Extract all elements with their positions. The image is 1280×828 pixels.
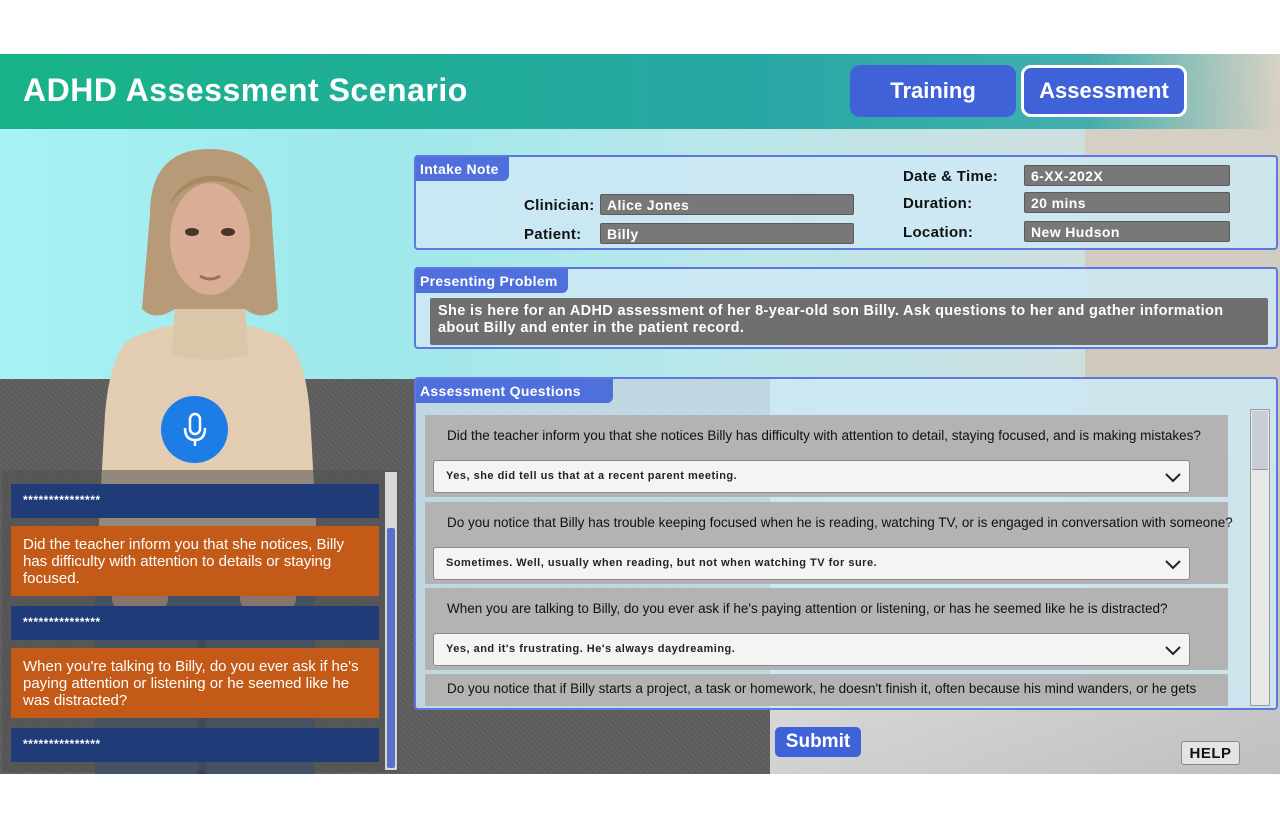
- answer-dropdown[interactable]: Yes, and it's frustrating. He's always d…: [433, 633, 1190, 666]
- assessment-questions-tag: Assessment Questions: [416, 379, 613, 403]
- presenting-problem-panel: Presenting Problem She is here for an AD…: [414, 267, 1278, 349]
- submit-button[interactable]: Submit: [775, 727, 861, 757]
- clinician-field: Alice Jones: [600, 194, 854, 215]
- chat-hidden-message: ***************: [11, 728, 379, 762]
- datetime-label: Date & Time:: [903, 168, 999, 185]
- datetime-field: 6-XX-202X: [1024, 165, 1230, 186]
- assessment-questions-panel: Assessment Questions Did the teacher inf…: [414, 377, 1278, 710]
- page-title: ADHD Assessment Scenario: [23, 72, 468, 108]
- chat-hidden-message: ***************: [11, 484, 379, 518]
- question-text: When you are talking to Billy, do you ev…: [447, 601, 1168, 616]
- header-bar: ADHD Assessment Scenario Training Assess…: [0, 54, 1280, 129]
- location-field: New Hudson: [1024, 221, 1230, 242]
- answer-selected: Sometimes. Well, usually when reading, b…: [446, 557, 878, 569]
- question-text: Do you notice that Billy has trouble kee…: [447, 515, 1233, 530]
- answer-dropdown[interactable]: Sometimes. Well, usually when reading, b…: [433, 547, 1190, 580]
- app-window: ADHD Assessment Scenario Training Assess…: [0, 54, 1280, 774]
- chevron-down-icon: [1165, 560, 1181, 570]
- duration-label: Duration:: [903, 195, 973, 212]
- tab-assessment[interactable]: Assessment: [1021, 65, 1187, 117]
- microphone-button[interactable]: [161, 396, 228, 463]
- answer-selected: Yes, she did tell us that at a recent pa…: [446, 470, 738, 482]
- intake-note-panel: Intake Note Clinician: Alice Jones Patie…: [414, 155, 1278, 250]
- question-item: Do you notice that if Billy starts a pro…: [425, 674, 1228, 706]
- question-text: Do you notice that if Billy starts a pro…: [447, 681, 1197, 696]
- chat-hidden-message: ***************: [11, 606, 379, 640]
- duration-field: 20 mins: [1024, 192, 1230, 213]
- answer-selected: Yes, and it's frustrating. He's always d…: [446, 643, 736, 655]
- question-item: When you are talking to Billy, do you ev…: [425, 588, 1228, 670]
- question-text: Did the teacher inform you that she noti…: [447, 428, 1201, 443]
- question-item: Did the teacher inform you that she noti…: [425, 415, 1228, 497]
- patient-label: Patient:: [524, 226, 582, 243]
- presenting-problem-tag: Presenting Problem: [416, 269, 568, 293]
- chat-message: Did the teacher inform you that she noti…: [11, 526, 379, 596]
- tab-training[interactable]: Training: [850, 65, 1016, 117]
- question-item: Do you notice that Billy has trouble kee…: [425, 502, 1233, 584]
- presenting-problem-text: She is here for an ADHD assessment of he…: [430, 298, 1268, 345]
- clinician-label: Clinician:: [524, 197, 595, 214]
- questions-list[interactable]: Did the teacher inform you that she noti…: [425, 409, 1243, 706]
- help-button[interactable]: HELP: [1181, 741, 1240, 765]
- chevron-down-icon: [1165, 473, 1181, 483]
- chat-log[interactable]: *************** Did the teacher inform y…: [2, 470, 399, 772]
- questions-scrollbar[interactable]: [1250, 409, 1270, 706]
- microphone-icon: [183, 412, 206, 446]
- location-label: Location:: [903, 224, 974, 241]
- chevron-down-icon: [1165, 646, 1181, 656]
- chat-scrollbar[interactable]: [385, 472, 397, 770]
- questions-scroll-thumb[interactable]: [1252, 411, 1268, 470]
- chat-message: When you're talking to Billy, do you eve…: [11, 648, 379, 718]
- intake-note-tag: Intake Note: [416, 157, 509, 181]
- chat-scroll-thumb[interactable]: [387, 528, 395, 768]
- answer-dropdown[interactable]: Yes, she did tell us that at a recent pa…: [433, 460, 1190, 493]
- patient-field: Billy: [600, 223, 854, 244]
